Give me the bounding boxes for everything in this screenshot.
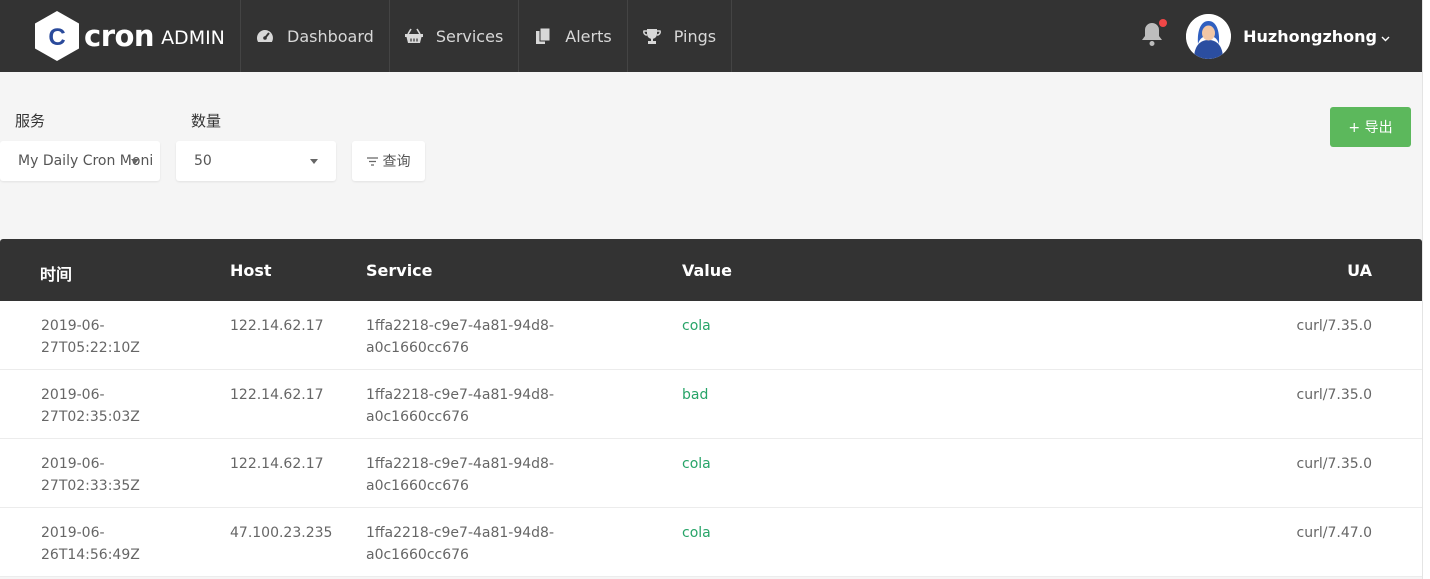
service-filter-label: 服务	[15, 112, 46, 130]
cell-ua: curl/7.47.0	[1296, 525, 1372, 541]
basket-icon	[404, 27, 423, 45]
nav-item-dashboard[interactable]: Dashboard	[241, 0, 390, 72]
count-select-value: 50	[194, 153, 212, 169]
chevron-down-icon	[1381, 27, 1390, 46]
column-header-ua[interactable]: UA	[1347, 261, 1372, 280]
cell-time: 2019-06- 26T14:56:49Z	[41, 525, 140, 563]
cell-value: bad	[682, 387, 709, 403]
caret-down-icon	[310, 159, 318, 164]
table-row[interactable]: 2019-06- 27T02:33:35Z 122.14.62.17 1ffa22…	[0, 439, 1422, 508]
query-button[interactable]: 查询	[352, 141, 425, 181]
brand-suffix: ADMIN	[161, 27, 225, 49]
page-scrollbar[interactable]	[1422, 0, 1430, 579]
cron-hex-logo-icon: C	[34, 10, 80, 62]
cell-time: 2019-06- 27T02:35:03Z	[41, 387, 140, 425]
table-row[interactable]: 2019-06- 27T05:22:10Z 122.14.62.17 1ffa22…	[0, 301, 1422, 370]
table-row[interactable]: 2019-06- 26T14:56:49Z 47.100.23.235 1ffa2…	[0, 508, 1422, 577]
table-header: 时间 Host Service Value UA	[0, 239, 1422, 301]
count-select[interactable]: 50	[176, 141, 336, 181]
nav-label: Services	[435, 26, 504, 46]
trophy-icon	[642, 27, 661, 45]
cell-time: 2019-06- 27T05:22:10Z	[41, 318, 140, 356]
cell-host: 47.100.23.235	[230, 525, 333, 541]
cell-host: 122.14.62.17	[230, 318, 324, 334]
filter-icon	[366, 156, 378, 166]
top-navbar: C cron ADMIN Dashboard Services Alerts P…	[0, 0, 1422, 72]
nav-label: Pings	[673, 26, 717, 46]
user-menu[interactable]: Huzhongzhong	[1186, 0, 1390, 72]
cell-value: cola	[682, 456, 711, 472]
nav-label: Dashboard	[287, 26, 374, 46]
notifications-button[interactable]	[1140, 0, 1168, 72]
cell-value: cola	[682, 318, 711, 334]
brand-word: cron	[84, 19, 155, 53]
nav-item-alerts[interactable]: Alerts	[519, 0, 628, 72]
table-row[interactable]: 2019-06- 27T02:35:03Z 122.14.62.17 1ffa22…	[0, 370, 1422, 439]
nav-item-services[interactable]: Services	[390, 0, 520, 72]
export-button[interactable]: + 导出	[1330, 107, 1411, 147]
avatar	[1186, 13, 1232, 59]
cell-service: 1ffa2218-c9e7-4a81-94d8- a0c1660cc676	[366, 387, 555, 425]
svg-text:C: C	[48, 24, 65, 51]
cell-host: 122.14.62.17	[230, 456, 324, 472]
cell-ua: curl/7.35.0	[1296, 318, 1372, 334]
main-nav: Dashboard Services Alerts Pings	[241, 0, 733, 72]
cell-time: 2019-06- 27T02:33:35Z	[41, 456, 140, 494]
cell-ua: curl/7.35.0	[1296, 387, 1372, 403]
cell-service: 1ffa2218-c9e7-4a81-94d8- a0c1660cc676	[366, 456, 555, 494]
service-select[interactable]: My Daily Cron Moni...	[0, 141, 160, 181]
caret-down-icon	[131, 159, 139, 164]
pings-table: 时间 Host Service Value UA 2019-06- 27T05:2…	[0, 239, 1422, 577]
column-header-service[interactable]: Service	[366, 261, 433, 280]
cell-host: 122.14.62.17	[230, 387, 324, 403]
notification-unread-dot	[1159, 19, 1168, 27]
cell-value: cola	[682, 525, 711, 541]
cell-service: 1ffa2218-c9e7-4a81-94d8- a0c1660cc676	[366, 525, 555, 563]
nav-label: Alerts	[565, 26, 612, 46]
query-button-label: 查询	[382, 154, 411, 170]
count-filter-label: 数量	[191, 112, 222, 130]
column-header-time[interactable]: 时间	[40, 261, 72, 285]
cell-ua: curl/7.35.0	[1296, 456, 1372, 472]
table-body: 2019-06- 27T05:22:10Z 122.14.62.17 1ffa22…	[0, 301, 1422, 577]
brand-logo[interactable]: C cron ADMIN	[0, 0, 241, 72]
nav-item-pings[interactable]: Pings	[628, 0, 733, 72]
dashboard-gauge-icon	[256, 27, 274, 45]
column-header-value[interactable]: Value	[682, 261, 732, 280]
username: Huzhongzhong	[1243, 26, 1377, 46]
cell-service: 1ffa2218-c9e7-4a81-94d8- a0c1660cc676	[366, 318, 555, 356]
documents-icon	[534, 27, 552, 45]
column-header-host[interactable]: Host	[230, 261, 272, 280]
